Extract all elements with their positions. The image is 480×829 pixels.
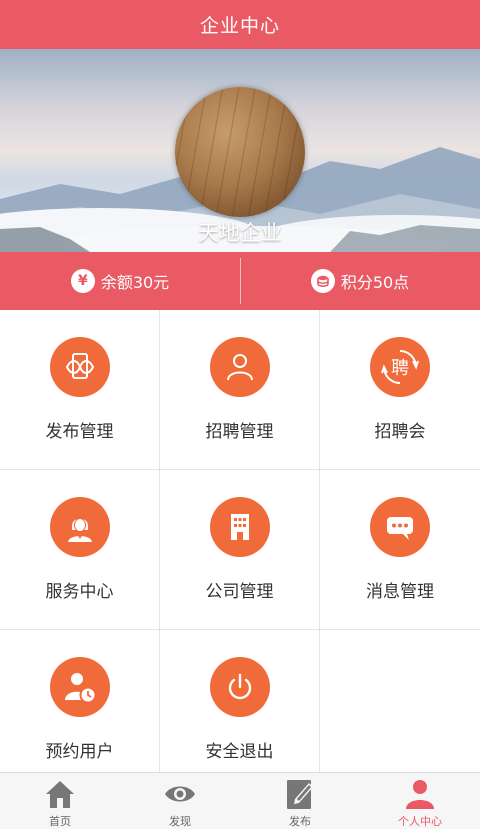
menu-item-label: 预约用户: [45, 742, 114, 762]
bottom-tab-bar: 首页 发现 发布 个人中心: [0, 772, 480, 829]
tab-publish[interactable]: 发布: [240, 773, 360, 829]
menu-item-label: 服务中心: [45, 582, 114, 602]
menu-item-recruit-fair[interactable]: 聘 招聘会: [320, 310, 480, 470]
person-icon: [406, 780, 434, 809]
tab-discover[interactable]: 发现: [120, 773, 240, 829]
service-agent-icon: [49, 497, 110, 557]
menu-item-label: 招聘管理: [205, 422, 274, 442]
tab-label: 发现: [169, 815, 191, 828]
eye-icon: [165, 786, 195, 802]
menu-item-service[interactable]: 服务中心: [0, 470, 160, 630]
tab-label: 首页: [49, 815, 71, 828]
account-stats: ¥ 余额30元 积分50点: [0, 252, 480, 310]
tab-label: 发布: [289, 815, 311, 828]
home-icon: [46, 781, 74, 808]
balance-label: 余额30元: [100, 273, 170, 292]
menu-item-recruit[interactable]: 招聘管理: [160, 310, 320, 470]
points-stat[interactable]: 积分50点: [240, 252, 480, 310]
power-icon: [209, 657, 270, 717]
message-icon: [370, 497, 430, 557]
header-bar: 企业中心: [0, 0, 480, 49]
menu-item-label: 公司管理: [205, 582, 274, 602]
menu-item-reservations[interactable]: 预约用户: [0, 630, 160, 772]
tab-profile[interactable]: 个人中心: [360, 773, 480, 829]
recruit-fair-icon: 聘: [370, 337, 430, 397]
menu-item-label: 发布管理: [45, 422, 114, 442]
menu-item-logout[interactable]: 安全退出: [160, 630, 320, 772]
menu-grid: 发布管理 招聘管理 聘 招聘会 服务中心 公司管理 消息管理 预约用户 安全退出: [0, 310, 480, 772]
points-label: 积分50点: [340, 273, 410, 292]
page-title: 企业中心: [199, 15, 280, 37]
tab-home[interactable]: 首页: [0, 773, 120, 829]
company-name: 天地企业: [198, 221, 282, 245]
menu-item-company[interactable]: 公司管理: [160, 470, 320, 630]
stats-divider: [240, 258, 241, 304]
menu-item-label: 招聘会: [374, 422, 426, 442]
recruit-glyph: 聘: [391, 358, 409, 379]
menu-item-messages[interactable]: 消息管理: [320, 470, 480, 630]
menu-item-publish[interactable]: 发布管理: [0, 310, 160, 470]
user-icon: [209, 337, 270, 397]
menu-item-label: 消息管理: [366, 582, 434, 602]
tab-label: 个人中心: [398, 815, 442, 828]
coin-icon: [310, 269, 335, 293]
building-icon: [209, 497, 270, 557]
yen-icon: ¥: [70, 269, 95, 293]
publish-icon: [49, 337, 110, 397]
menu-item-label: 安全退出: [205, 742, 274, 762]
balance-stat[interactable]: ¥ 余额30元: [0, 252, 240, 310]
company-avatar[interactable]: [175, 87, 305, 217]
user-clock-icon: [49, 657, 110, 717]
edit-icon: [287, 780, 313, 809]
